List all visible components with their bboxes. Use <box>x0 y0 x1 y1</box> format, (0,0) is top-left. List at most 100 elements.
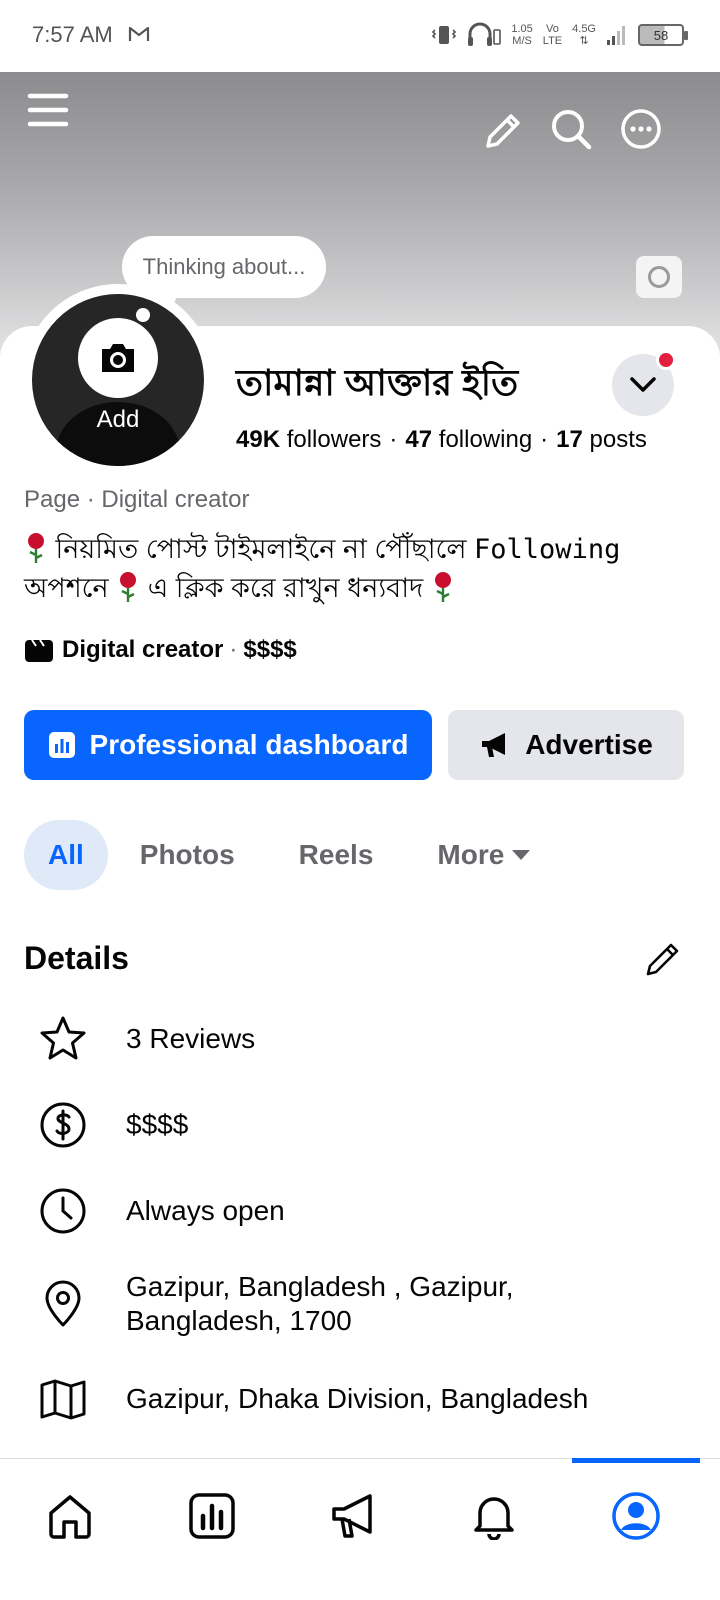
category-line: Digital creator · $$$$ <box>24 636 297 664</box>
posts-label: posts <box>589 426 647 453</box>
profile-bio: নিয়মিত পোস্ট টাইমলাইনে না পৌঁছালে Follo… <box>24 530 696 607</box>
network-speed: 1.05 M/S <box>511 23 532 47</box>
profile-name: তামান্না আক্তার ইতি <box>236 362 519 403</box>
speed-value: 1.05 <box>511 23 533 35</box>
dashboard-label: Professional dashboard <box>89 729 409 760</box>
bell-icon <box>474 1497 514 1540</box>
followers-count[interactable]: 49K <box>236 426 280 453</box>
star-icon <box>40 1016 86 1060</box>
speed-unit: M/S <box>512 35 532 47</box>
content-tabs: All Photos Reels More <box>24 820 562 890</box>
tab-photos-label: Photos <box>139 839 235 870</box>
details-title: Details <box>24 940 129 976</box>
nav-dashboard[interactable] <box>182 1486 242 1546</box>
clapperboard-icon <box>25 639 53 662</box>
volte-bottom: LTE <box>542 35 563 47</box>
volte-indicator: Vo LTE <box>543 23 562 47</box>
page-meta: Page · Digital creator <box>24 486 250 513</box>
chevron-down-icon <box>630 377 656 392</box>
vibrate-icon <box>432 26 457 44</box>
location-pin-icon <box>45 1280 81 1327</box>
advertise-label: Advertise <box>525 729 653 760</box>
thought-bubble-dot <box>136 308 150 322</box>
category-label: Digital creator <box>62 636 224 663</box>
gmail-icon <box>128 26 150 41</box>
stats-separator: · <box>540 426 549 453</box>
nav-profile[interactable] <box>606 1486 666 1546</box>
megaphone-icon <box>332 1494 372 1538</box>
posts-count: 17 <box>556 426 583 453</box>
tab-reels[interactable]: Reels <box>267 820 406 890</box>
detail-address-text: Gazipur, Bangladesh , Gazipur, Banglades… <box>126 1270 514 1338</box>
address-line1: Gazipur, Bangladesh , Gazipur, <box>126 1271 514 1302</box>
tab-photos[interactable]: Photos <box>108 820 267 890</box>
network-type: 4.5G ⇅ <box>572 23 596 47</box>
tab-more[interactable]: More <box>405 820 562 890</box>
bio-following-word: Following <box>474 534 621 565</box>
menu-icon[interactable] <box>26 88 72 134</box>
dashboard-icon <box>189 1493 235 1539</box>
avatar-add-label: Add <box>96 406 140 433</box>
status-icons: 1.05 M/S Vo LTE 4.5G ⇅ 58 <box>431 18 688 52</box>
rose-emoji-icon <box>434 572 451 602</box>
detail-region-text: Gazipur, Dhaka Division, Bangladesh <box>126 1383 589 1414</box>
address-line2: Bangladesh, 1700 <box>126 1305 352 1336</box>
tab-reels-label: Reels <box>298 839 374 870</box>
stats-separator: · <box>389 426 398 453</box>
tab-all-label: All <box>48 839 84 870</box>
avatar[interactable]: Add <box>32 294 204 466</box>
bio-text-part3: এ ক্লিক করে রাখুন ধন্যবাদ <box>147 573 424 603</box>
nav-active-indicator <box>572 1458 700 1463</box>
data-arrows: ⇅ <box>579 35 589 47</box>
nav-home[interactable] <box>40 1486 100 1546</box>
dashboard-icon <box>48 732 75 758</box>
detail-row-hours: Always open <box>38 1186 698 1236</box>
category-separator: · <box>229 636 238 663</box>
detail-row-address[interactable]: Gazipur, Bangladesh , Gazipur, Banglades… <box>38 1270 698 1338</box>
search-icon[interactable] <box>548 106 594 152</box>
nav-notifications[interactable] <box>464 1486 524 1546</box>
battery-indicator: 58 <box>638 24 688 46</box>
notification-dot <box>656 350 676 370</box>
more-options-icon[interactable] <box>618 106 664 152</box>
camera-icon <box>102 344 134 372</box>
rose-emoji-icon <box>120 572 137 602</box>
status-time: 7:57 AM <box>32 22 113 47</box>
detail-row-price: $$$$ <box>38 1100 698 1150</box>
tab-more-label: More <box>437 839 505 870</box>
avatar-camera-button[interactable] <box>78 318 158 398</box>
nav-ads[interactable] <box>324 1486 384 1546</box>
detail-reviews-text: 3 Reviews <box>126 1023 256 1054</box>
detail-price-text: $$$$ <box>126 1109 189 1140</box>
edit-icon[interactable] <box>480 108 526 154</box>
bio-text-part1: নিয়মিত পোস্ট টাইমলাইনে না পৌঁছালে <box>55 534 467 564</box>
profile-icon <box>612 1492 660 1540</box>
bio-text-part2: অপশনে <box>24 573 109 603</box>
following-count[interactable]: 47 <box>405 426 432 453</box>
advertise-button[interactable]: Advertise <box>448 710 684 780</box>
detail-row-region[interactable]: Gazipur, Dhaka Division, Bangladesh <box>38 1374 698 1424</box>
detail-hours-text: Always open <box>126 1195 285 1226</box>
volte-top: Vo <box>546 23 559 35</box>
price-range-label: $$$$ <box>243 636 297 663</box>
profile-stats: 49K followers · 47 following · 17 posts <box>236 426 647 454</box>
dollar-icon <box>40 1102 86 1148</box>
following-label[interactable]: following <box>439 426 532 453</box>
detail-row-reviews[interactable]: 3 Reviews <box>38 1014 698 1064</box>
network-label: 4.5G <box>572 23 596 35</box>
signal-icon <box>607 26 625 45</box>
headphones-icon <box>468 22 502 46</box>
home-icon <box>49 1495 91 1539</box>
caret-down-icon <box>512 850 531 860</box>
cover-camera-button[interactable] <box>636 256 682 298</box>
status-bar: 7:57 AM 1.05 M/S Vo LTE 4.5G ⇅ 58 <box>0 0 720 72</box>
edit-details-icon[interactable] <box>644 940 682 978</box>
camera-icon <box>648 266 670 288</box>
map-icon <box>40 1379 86 1420</box>
followers-label[interactable]: followers <box>287 426 382 453</box>
clock-icon <box>40 1188 86 1234</box>
megaphone-icon <box>482 733 506 757</box>
tab-all[interactable]: All <box>24 820 108 890</box>
professional-dashboard-button[interactable]: Professional dashboard <box>24 710 432 780</box>
rose-emoji-icon <box>28 533 44 563</box>
